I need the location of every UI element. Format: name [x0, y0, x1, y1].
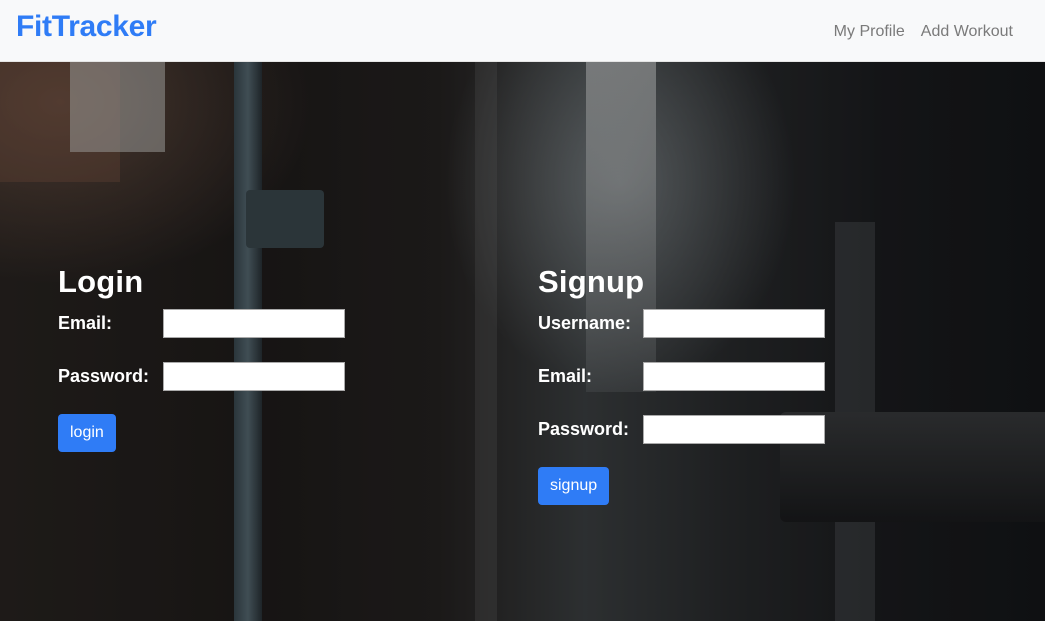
brand-logo[interactable]: FitTracker [16, 10, 157, 44]
signup-username-row: Username: [538, 308, 825, 338]
signup-username-input[interactable] [643, 308, 825, 338]
login-title: Login [58, 264, 144, 299]
login-email-row: Email: [58, 308, 345, 338]
login-password-input[interactable] [163, 361, 345, 391]
login-form: Login Email: Password: login [58, 264, 345, 452]
nav-link-add-workout[interactable]: Add Workout [921, 23, 1013, 41]
signup-button[interactable]: signup [538, 467, 610, 505]
signup-password-label: Password: [538, 418, 630, 439]
login-button[interactable]: login [58, 414, 116, 452]
signup-password-row: Password: [538, 414, 825, 444]
login-email-label: Email: [58, 312, 113, 333]
signup-username-label: Username: [538, 312, 632, 333]
navbar: FitTracker My Profile Add Workout [0, 0, 1045, 62]
signup-email-input[interactable] [643, 361, 825, 391]
signup-email-row: Email: [538, 361, 825, 391]
login-password-row: Password: [58, 361, 345, 391]
hero-background: Login Email: Password: login Signup User… [0, 62, 1045, 621]
login-email-input[interactable] [163, 308, 345, 338]
signup-password-input[interactable] [643, 414, 825, 444]
nav-link-my-profile[interactable]: My Profile [834, 23, 905, 41]
signup-email-label: Email: [538, 365, 593, 386]
nav-links: My Profile Add Workout [834, 23, 1013, 41]
signup-title: Signup [538, 264, 645, 299]
signup-form: Signup Username: Email: Password: signup [538, 264, 825, 505]
login-password-label: Password: [58, 365, 150, 386]
